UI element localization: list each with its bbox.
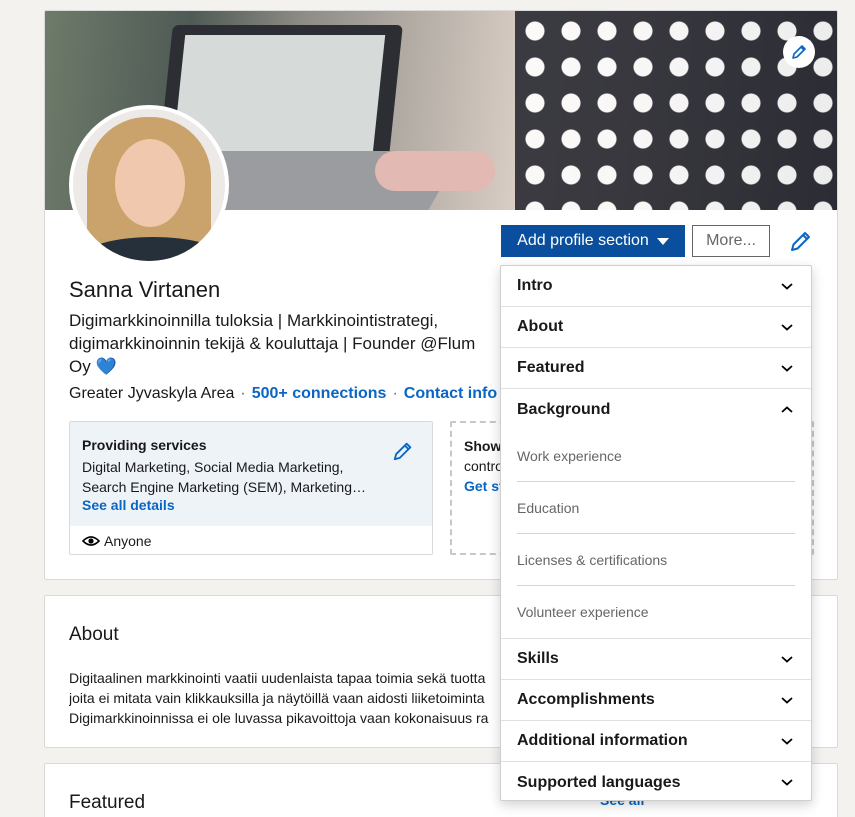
- dropdown-item-accomplishments[interactable]: Accomplishments: [501, 680, 811, 721]
- profile-headline: Digimarkkinoinnilla tuloksia | Markkinoi…: [69, 311, 476, 376]
- eye-icon: [82, 536, 100, 546]
- about-text: Digitaalinen markkinointi vaatii uudenla…: [69, 668, 509, 728]
- dropdown-item-supported-languages[interactable]: Supported languages: [501, 762, 811, 803]
- edit-intro-button[interactable]: [789, 229, 813, 258]
- pencil-icon: [791, 232, 810, 251]
- avatar[interactable]: [69, 105, 229, 265]
- edit-services-button[interactable]: [392, 440, 414, 467]
- dropdown-subitem-education[interactable]: Education: [517, 482, 795, 534]
- services-description: Digital Marketing, Social Media Marketin…: [82, 459, 366, 495]
- dropdown-item-skills[interactable]: Skills: [501, 639, 811, 680]
- add-profile-section-button[interactable]: Add profile section: [501, 225, 685, 257]
- chevron-down-icon: [781, 364, 793, 372]
- connections-link[interactable]: 500+ connections: [252, 385, 387, 402]
- dropdown-item-label: Intro: [517, 277, 553, 294]
- dropdown-item-label: Featured: [517, 359, 585, 376]
- see-all-details-link[interactable]: See all details: [82, 497, 175, 513]
- dropdown-subitem-licenses[interactable]: Licenses & certifications: [517, 534, 795, 586]
- chevron-down-icon: [781, 655, 793, 663]
- dropdown-item-about[interactable]: About: [501, 307, 811, 348]
- profile-name: Sanna Virtanen: [69, 277, 221, 302]
- dropdown-item-label: Skills: [517, 650, 559, 667]
- chevron-up-icon: [781, 406, 793, 413]
- visibility: Anyone: [82, 533, 151, 549]
- dropdown-item-intro[interactable]: Intro: [501, 266, 811, 307]
- location: Greater Jyvaskyla Area: [69, 385, 235, 402]
- dropdown-item-additional-information[interactable]: Additional information: [501, 721, 811, 762]
- caret-down-icon: [656, 237, 669, 245]
- pencil-icon: [792, 45, 806, 59]
- chevron-down-icon: [781, 282, 793, 290]
- add-section-dropdown: Intro About Featured Background Work exp…: [500, 265, 812, 801]
- showcase-title: Show: [464, 438, 502, 454]
- dropdown-item-background[interactable]: Background: [501, 389, 811, 430]
- dropdown-subitem-work-experience[interactable]: Work experience: [517, 430, 795, 482]
- about-line: Digimarkkinoinnissa ei ole luvassa pikav…: [69, 710, 489, 726]
- edit-cover-button[interactable]: [783, 36, 815, 68]
- add-profile-section-label: Add profile section: [517, 232, 649, 249]
- location-line: Greater Jyvaskyla Area · 500+ connections ·…: [69, 385, 498, 402]
- services-box: Providing services Digital Marketing, So…: [69, 421, 433, 555]
- dropdown-item-label: Accomplishments: [517, 691, 655, 708]
- more-button[interactable]: More...: [692, 225, 770, 257]
- featured-title: Featured: [69, 792, 146, 813]
- chevron-down-icon: [781, 696, 793, 704]
- contact-info-link[interactable]: Contact info: [404, 385, 497, 402]
- chevron-down-icon: [781, 737, 793, 745]
- dropdown-item-label: Supported languages: [517, 773, 681, 791]
- chevron-down-icon: [781, 779, 793, 786]
- dropdown-item-featured[interactable]: Featured: [501, 348, 811, 389]
- dropdown-subitem-volunteer[interactable]: Volunteer experience: [517, 586, 795, 638]
- services-title: Providing services: [82, 437, 207, 453]
- chevron-down-icon: [781, 323, 793, 331]
- about-line: joita ei mitata vain klikkauksilla ja nä…: [69, 690, 485, 706]
- dropdown-item-label: Additional information: [517, 732, 688, 749]
- about-title: About: [69, 624, 119, 645]
- about-line: Digitaalinen markkinointi vaatii uudenla…: [69, 670, 486, 686]
- showcase-link[interactable]: Get st: [464, 478, 504, 494]
- visibility-label: Anyone: [104, 533, 152, 549]
- dropdown-item-label: Background: [517, 400, 611, 418]
- dropdown-item-label: About: [517, 318, 564, 335]
- pencil-icon: [393, 442, 412, 461]
- showcase-desc: contro: [464, 458, 503, 474]
